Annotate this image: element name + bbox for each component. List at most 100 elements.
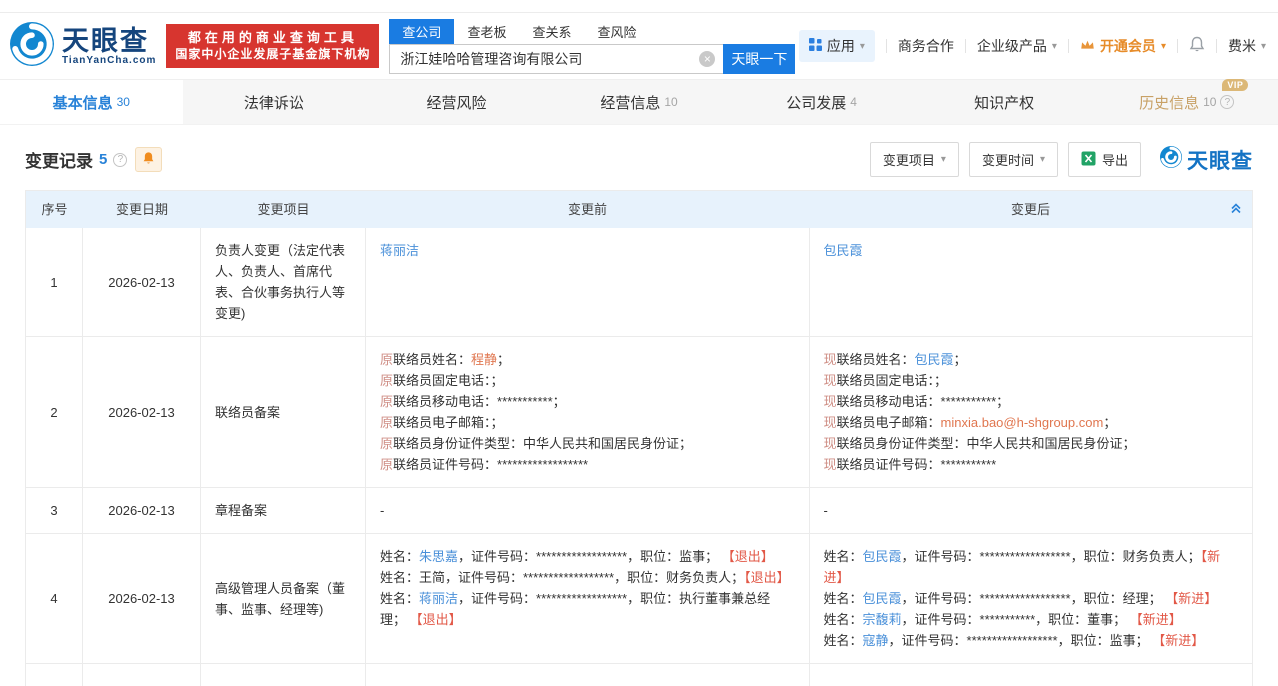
cell-line: 姓名：包民霞，证件号码：******************，职位：财务负责人；… [824,546,1239,588]
nav-open-vip[interactable]: 开通会员 ▾ [1080,36,1166,56]
table-header-row: 序号变更日期变更项目变更前变更后 [26,191,1252,228]
cell-after: 包民霞 [810,228,1253,336]
tab-经营信息[interactable]: 经营信息10 [548,80,731,124]
cell-line: - [380,500,795,521]
column-header-2: 变更项目 [201,191,366,228]
search-type-tab-1[interactable]: 查老板 [454,19,519,44]
crown-icon [1080,38,1095,54]
cell-before: 蒋丽洁 [366,228,810,336]
cell-text: 现 [824,373,837,388]
tab-经营风险[interactable]: 经营风险 [365,80,548,124]
entity-link[interactable]: 包民霞 [863,549,902,564]
search-input[interactable] [389,44,723,74]
cell-text: 联络员证件号码：****************** [393,457,588,472]
nav-cooperation[interactable]: 商务合作 [898,36,954,56]
column-header-1: 变更日期 [83,191,201,228]
filter-button-0[interactable]: 变更项目▾ [870,142,959,177]
entity-link[interactable]: 包民霞 [915,352,954,367]
cell-change-date: 2026-02-13 [83,337,201,487]
cell-line: - [824,500,1239,521]
cell-line: 原联络员身份证件类型：中华人民共和国居民身份证； [380,433,795,454]
tab-基本信息[interactable]: 基本信息30 [0,80,183,124]
cell-text: 原 [380,352,393,367]
tianyancha-swirl-icon [1159,145,1183,174]
cell-line: 蒋丽洁 [380,240,795,261]
cell-change-item: 负责人变更（法定代表人、负责人、首席代表、合伙事务执行人等变更) [201,228,366,336]
cell-change-item: 联络员备案 [201,337,366,487]
cell-text: 姓名： [380,591,419,606]
cell-line: 现联络员姓名：包民霞； [824,349,1239,370]
search-button[interactable]: 天眼一下 [723,44,795,74]
cell-text: 联络员电子邮箱：； [393,415,504,430]
entity-link[interactable]: 蒋丽洁 [380,243,419,258]
slogan-line2: 国家中小企业发展子基金旗下机构 [175,46,370,63]
help-icon[interactable]: ? [1220,95,1234,109]
company-section-tabs: 基本信息30 法律诉讼 经营风险经营信息10公司发展4 知识产权 历史信息10VIP? [0,79,1278,125]
entity-link[interactable]: 朱思嘉 [419,549,458,564]
cell-text: 姓名： [824,591,863,606]
entity-link[interactable]: 宗馥莉 [863,612,902,627]
entity-link[interactable]: 寇静 [863,633,889,648]
search-type-tab-0[interactable]: 查公司 [389,19,454,44]
cell-index: 3 [26,488,83,533]
help-icon[interactable]: ? [113,153,127,167]
tab-label: 公司发展 [786,92,846,113]
search-type-tab-2[interactable]: 查关系 [519,19,584,44]
site-logo[interactable]: 天眼查 TianYanCha.com [8,20,156,73]
nav-apps[interactable]: 应用 ▾ [799,30,875,62]
filter-buttons: 变更项目▾ 变更时间▾ [870,142,1058,177]
top-nav: 应用 ▾ 商务合作 企业级产品 ▾ 开通会员 ▾ [799,30,1266,62]
chevron-down-icon: ▾ [941,154,946,165]
cell-line: 现联络员身份证件类型：中华人民共和国居民身份证； [824,433,1239,454]
cell-text: 【新进】 [1165,591,1217,606]
cell-change-item [201,664,366,686]
cell-text: 联络员固定电话：； [393,373,504,388]
tab-label: 法律诉讼 [244,92,304,113]
tab-label: 知识产权 [974,92,1034,113]
cell-text: 联络员身份证件类型：中华人民共和国居民身份证； [837,436,1136,451]
cell-text: ； [1103,415,1116,430]
app-grid-icon [809,38,822,54]
bell-icon [142,152,155,169]
cell-text: 现 [824,394,837,409]
cell-text: 联络员固定电话：； [837,373,948,388]
subscribe-bell-button[interactable] [135,147,162,172]
clear-search-icon[interactable]: × [699,51,715,67]
nav-enterprise[interactable]: 企业级产品 ▾ [977,36,1057,56]
entity-link[interactable]: minxia.bao@h-shgroup.com [941,415,1104,430]
notifications-button[interactable] [1189,36,1205,56]
search-type-tab-3[interactable]: 查风险 [584,19,649,44]
tab-公司发展[interactable]: 公司发展4 [730,80,913,124]
entity-link[interactable]: 包民霞 [824,243,863,258]
user-menu[interactable]: 费米 ▾ [1228,36,1266,56]
cell-text: ，证件号码：******************，职位：监事； [889,633,1153,648]
cell-line: 现联络员电子邮箱：minxia.bao@h-shgroup.com； [824,412,1239,433]
cell-change-date: 2026-02-13 [83,534,201,663]
entity-link[interactable]: 蒋丽洁 [419,591,458,606]
cell-change-item: 章程备案 [201,488,366,533]
cell-text: 原 [380,394,393,409]
cell-line: 现联络员固定电话：； [824,370,1239,391]
table-row: 22026-02-13联络员备案原联络员姓名：程静；原联络员固定电话：；原联络员… [26,337,1252,488]
cell-line: 姓名：蒋丽洁，证件号码：******************，职位：执行董事兼总… [380,588,795,630]
cell-text: ，证件号码：***********，职位：董事； [902,612,1130,627]
chevron-down-icon: ▾ [1052,41,1057,52]
column-header-0: 序号 [26,191,83,228]
collapse-table-icon[interactable] [1229,201,1243,218]
tab-count: 10 [664,95,677,109]
tab-历史信息[interactable]: 历史信息10VIP? [1095,80,1278,124]
tab-count: 30 [117,95,130,109]
tab-法律诉讼[interactable]: 法律诉讼 [183,80,366,124]
cell-text: 【新进】 [1152,633,1204,648]
cell-text: 联络员证件号码：*********** [837,457,997,472]
entity-link[interactable]: 包民霞 [863,591,902,606]
entity-link[interactable]: 程静 [471,352,497,367]
filter-button-1[interactable]: 变更时间▾ [969,142,1058,177]
cell-text: 姓名： [824,612,863,627]
tab-知识产权[interactable]: 知识产权 [913,80,1096,124]
export-button[interactable]: 导出 [1068,142,1141,177]
table-body: 12026-02-13负责人变更（法定代表人、负责人、首席代表、合伙事务执行人等… [26,228,1252,686]
column-header-4: 变更后 [809,191,1252,228]
nav-enterprise-label: 企业级产品 [977,36,1047,56]
cell-before: - [366,488,810,533]
